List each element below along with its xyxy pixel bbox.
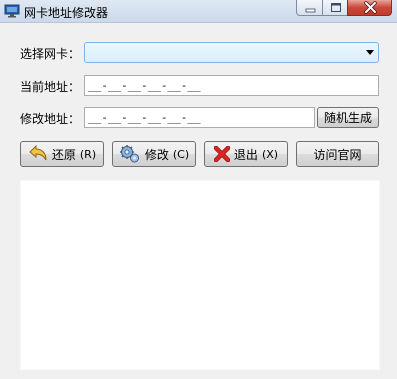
restore-label: 还原 bbox=[51, 147, 76, 162]
modify-button[interactable]: 修改 (C) bbox=[112, 141, 196, 167]
current-mac-field[interactable]: __-__-__-__-__-__ bbox=[84, 75, 379, 96]
exit-shortcut: (X) bbox=[261, 147, 279, 161]
random-generate-label: 随机生成 bbox=[323, 111, 372, 125]
maximize-icon bbox=[331, 3, 341, 12]
current-mac-label: 当前地址： bbox=[20, 80, 81, 94]
undo-arrow-icon bbox=[29, 145, 47, 161]
close-icon bbox=[364, 1, 377, 14]
maximize-button[interactable] bbox=[322, 0, 348, 16]
new-mac-field[interactable]: __-__-__-__-__-__ bbox=[84, 107, 315, 128]
visit-website-label: 访问官网 bbox=[313, 147, 362, 162]
output-panel bbox=[20, 180, 380, 370]
restore-button[interactable]: 还原 (R) bbox=[20, 141, 104, 167]
minimize-button[interactable] bbox=[296, 0, 323, 16]
close-button[interactable] bbox=[347, 0, 392, 16]
minimize-icon bbox=[305, 8, 316, 13]
title-bar: 网卡地址修改器 bbox=[0, 0, 397, 23]
modify-label: 修改 bbox=[144, 147, 169, 162]
select-nic-label: 选择网卡： bbox=[20, 47, 81, 61]
restore-shortcut: (R) bbox=[79, 147, 97, 161]
visit-website-button[interactable]: 访问官网 bbox=[296, 141, 379, 167]
monitor-app-icon bbox=[4, 4, 20, 18]
nic-select-dropdown[interactable] bbox=[84, 42, 379, 63]
modify-shortcut: (C) bbox=[172, 147, 190, 161]
window-title: 网卡地址修改器 bbox=[24, 6, 109, 20]
chevron-down-icon bbox=[366, 50, 374, 55]
random-generate-button[interactable]: 随机生成 bbox=[317, 107, 379, 128]
new-mac-label: 修改地址： bbox=[20, 112, 81, 126]
exit-button[interactable]: 退出 (X) bbox=[204, 141, 288, 167]
red-x-icon bbox=[213, 146, 230, 162]
exit-label: 退出 bbox=[233, 147, 258, 162]
gears-icon bbox=[119, 145, 139, 163]
